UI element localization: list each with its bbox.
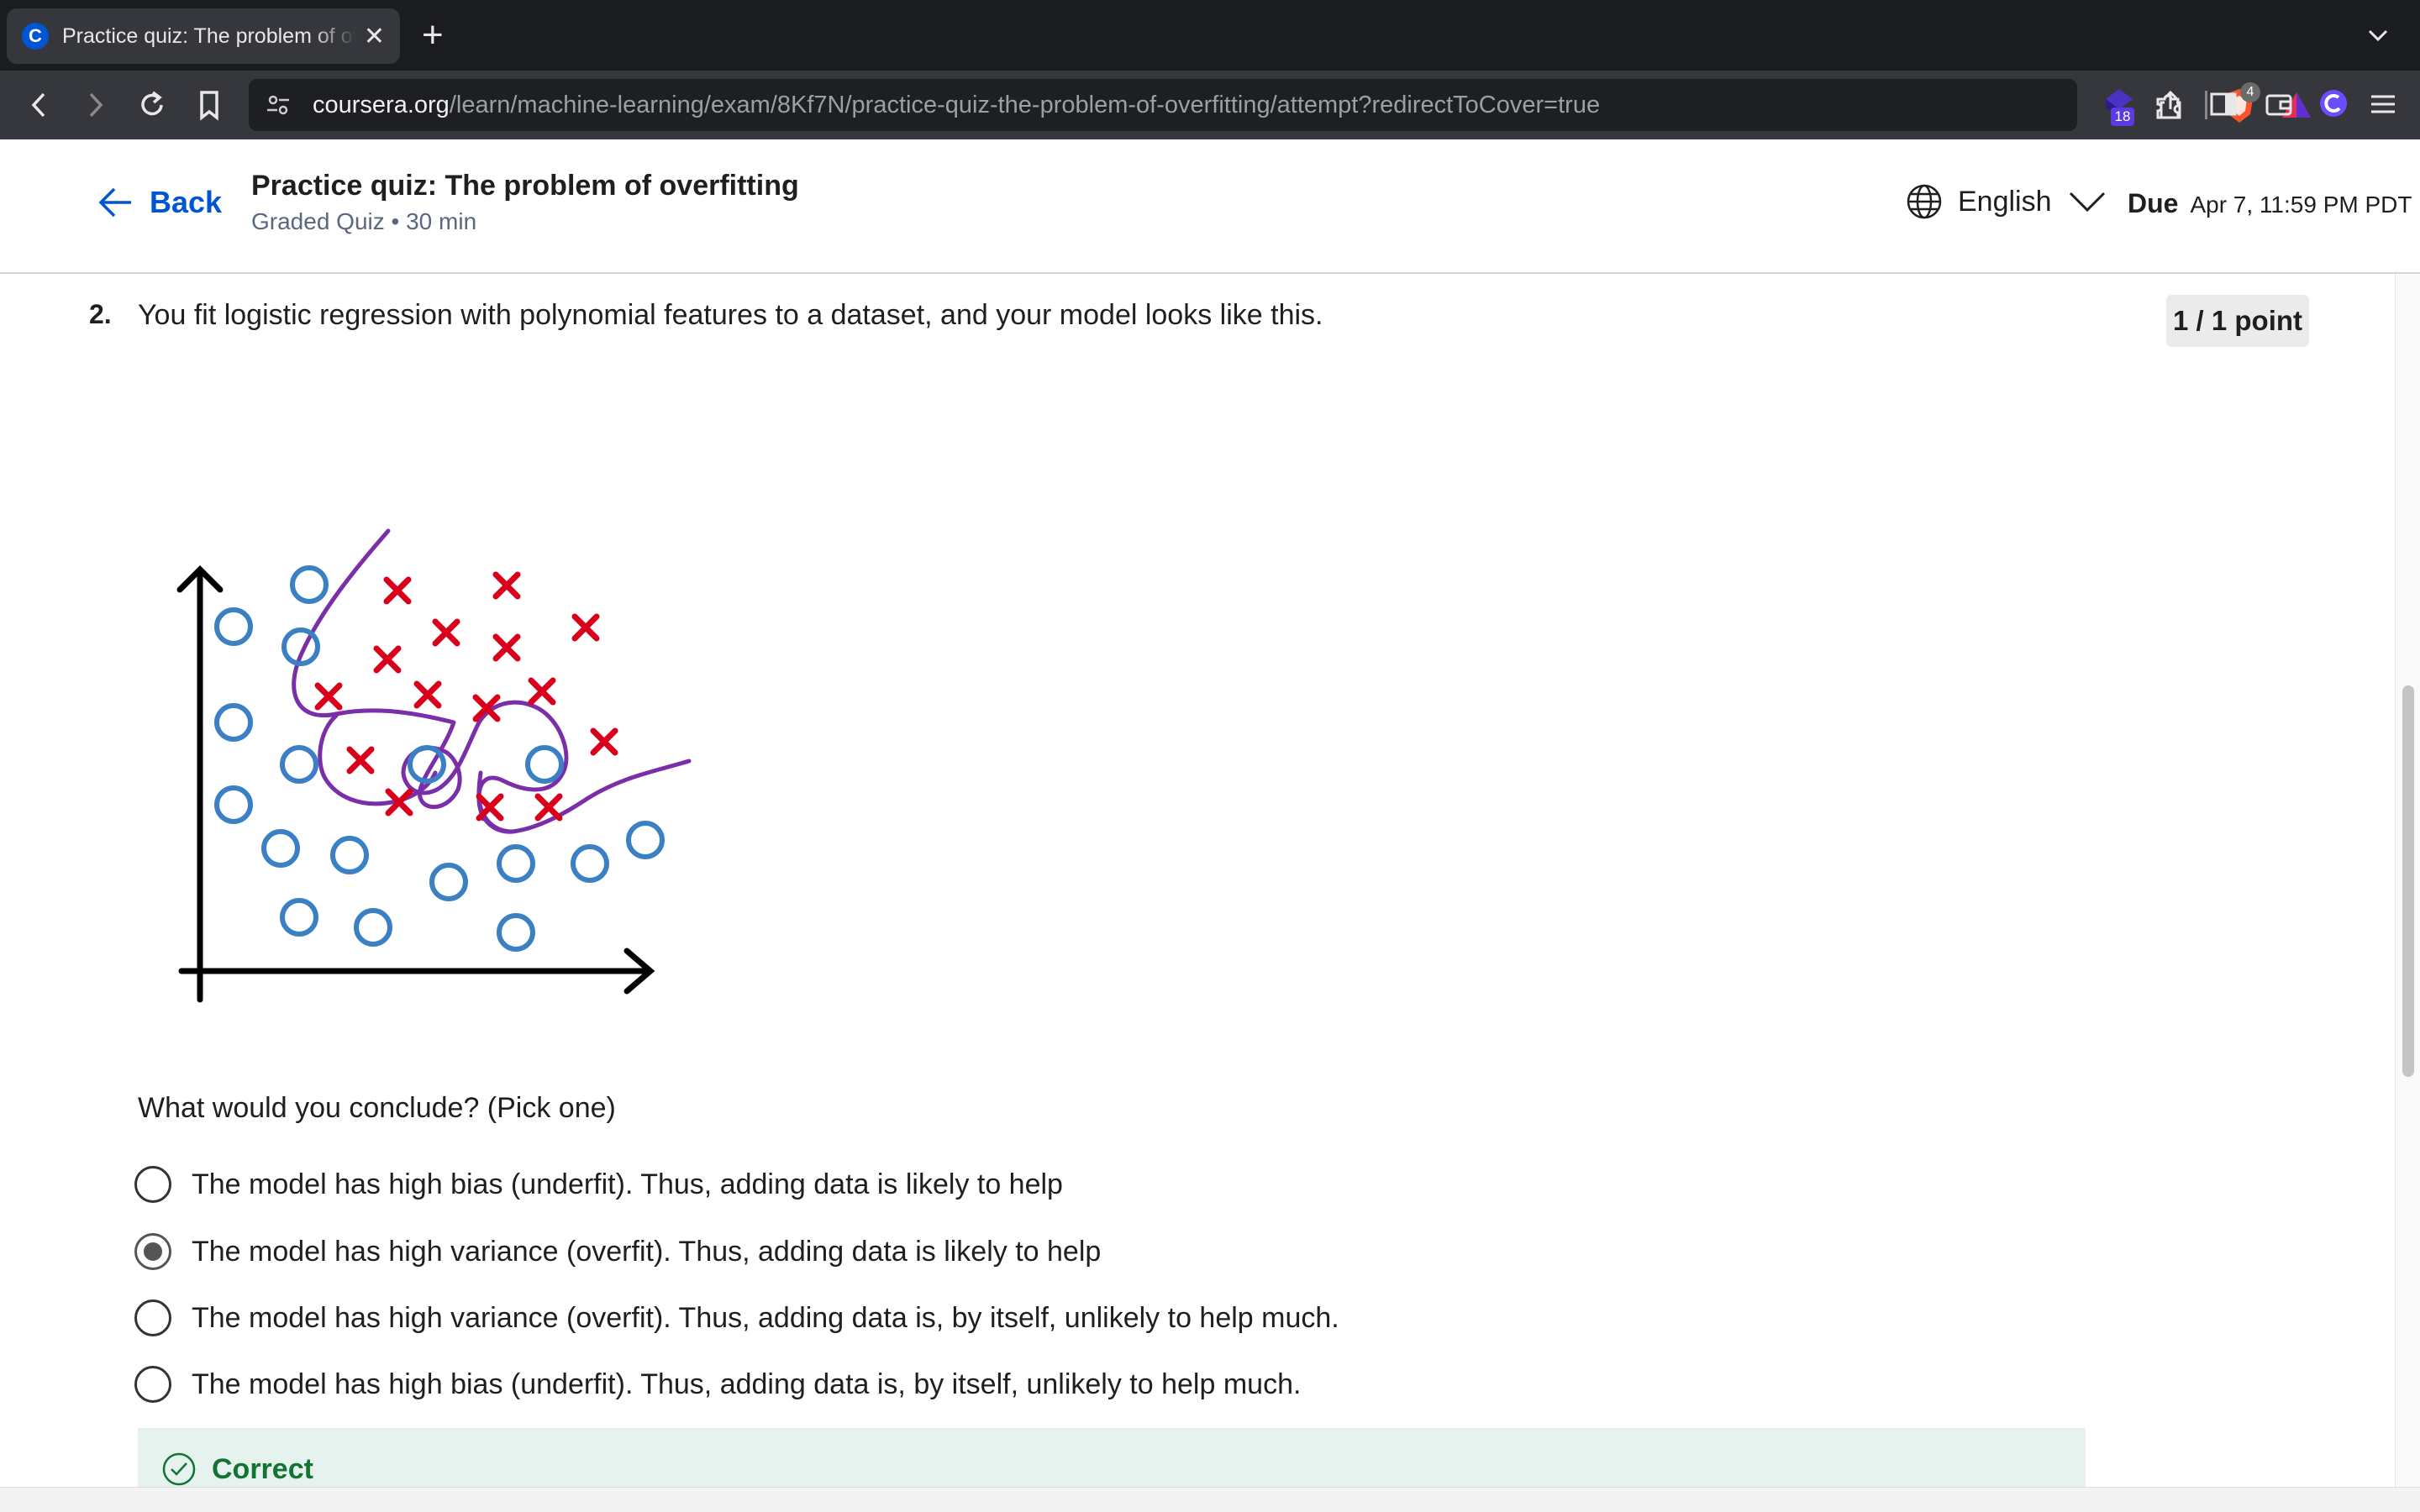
option-2[interactable]: The model has high variance (overfit). T… [134, 1233, 1101, 1270]
left-arrow-icon [98, 187, 131, 218]
forward-arrow-icon[interactable] [76, 86, 114, 124]
close-tab-icon[interactable]: ✕ [364, 22, 385, 51]
browser-toolbar: coursera.org/learn/machine-learning/exam… [0, 71, 2420, 139]
back-label: Back [150, 185, 223, 219]
browser-tab-bar: C Practice quiz: The problem of overfitt… [0, 0, 2420, 71]
correct-feedback: Correct [161, 1452, 313, 1487]
chevron-down-icon [2069, 192, 2105, 213]
question-prompt: What would you conclude? (Pick one) [138, 1092, 616, 1124]
globe-icon [1907, 184, 1942, 219]
extension-badge: 18 [2111, 108, 2134, 126]
browser-tab[interactable]: C Practice quiz: The problem of overfitt… [7, 8, 400, 64]
question-number: 2. [89, 299, 112, 329]
language-label: English [1958, 185, 2052, 218]
option-label: The model has high variance (overfit). T… [192, 1301, 1339, 1334]
language-selector[interactable]: English [1906, 183, 2106, 220]
feedback-label: Correct [212, 1452, 313, 1485]
bookmark-icon[interactable] [190, 86, 229, 124]
radio-button-selected[interactable] [134, 1233, 171, 1270]
decision-boundary-curve [292, 528, 692, 834]
option-label: The model has high bias (underfit). Thus… [192, 1368, 1302, 1400]
reload-icon[interactable] [133, 86, 171, 124]
back-button[interactable]: Back [97, 185, 222, 220]
class-crosses [314, 571, 618, 822]
option-4[interactable]: The model has high bias (underfit). Thus… [134, 1366, 1301, 1403]
page-title: Practice quiz: The problem of overfittin… [251, 170, 799, 202]
coursera-favicon-icon: C [22, 23, 49, 50]
overfit-decision-boundary-figure [176, 528, 692, 1003]
tab-title: Practice quiz: The problem of overfittin… [62, 24, 356, 48]
points-badge: 1 / 1 point [2166, 295, 2310, 347]
radio-button[interactable] [134, 1366, 171, 1403]
question-text: You fit logistic regression with polynom… [138, 299, 1323, 331]
scrollbar[interactable] [2395, 274, 2420, 1487]
radio-button[interactable] [134, 1166, 171, 1203]
quiz-header: Back Practice quiz: The problem of overf… [0, 139, 2420, 274]
quiz-subtitle: Graded Quiz • 30 min [251, 208, 477, 234]
option-label: The model has high bias (underfit). Thus… [192, 1168, 1063, 1200]
radio-button[interactable] [134, 1299, 171, 1336]
wallet-icon[interactable] [2262, 87, 2296, 121]
site-info-icon[interactable] [266, 92, 291, 118]
tab-list-chevron-icon[interactable] [2361, 18, 2395, 52]
scrollbar-thumb[interactable] [2402, 685, 2414, 1077]
address-bar[interactable]: coursera.org/learn/machine-learning/exam… [249, 79, 2311, 131]
url-text: coursera.org/learn/machine-learning/exam… [313, 91, 1601, 118]
bottom-bar [0, 1487, 2420, 1512]
leo-ai-icon[interactable] [2316, 86, 2351, 121]
shield-count-badge: 4 [2240, 82, 2260, 102]
sidebar-icon[interactable] [2207, 87, 2240, 121]
extensions-puzzle-icon[interactable] [2151, 87, 2185, 121]
back-arrow-icon[interactable] [20, 86, 59, 124]
check-circle-icon [162, 1452, 196, 1486]
menu-hamburger-icon[interactable] [2368, 89, 2398, 119]
option-label: The model has high variance (overfit). T… [192, 1235, 1102, 1268]
due-date: Due Apr 7, 11:59 PM PDT [2128, 188, 2412, 218]
option-1[interactable]: The model has high bias (underfit). Thus… [134, 1166, 1063, 1203]
new-tab-button[interactable]: + [422, 12, 444, 59]
option-3[interactable]: The model has high variance (overfit). T… [134, 1299, 1339, 1336]
